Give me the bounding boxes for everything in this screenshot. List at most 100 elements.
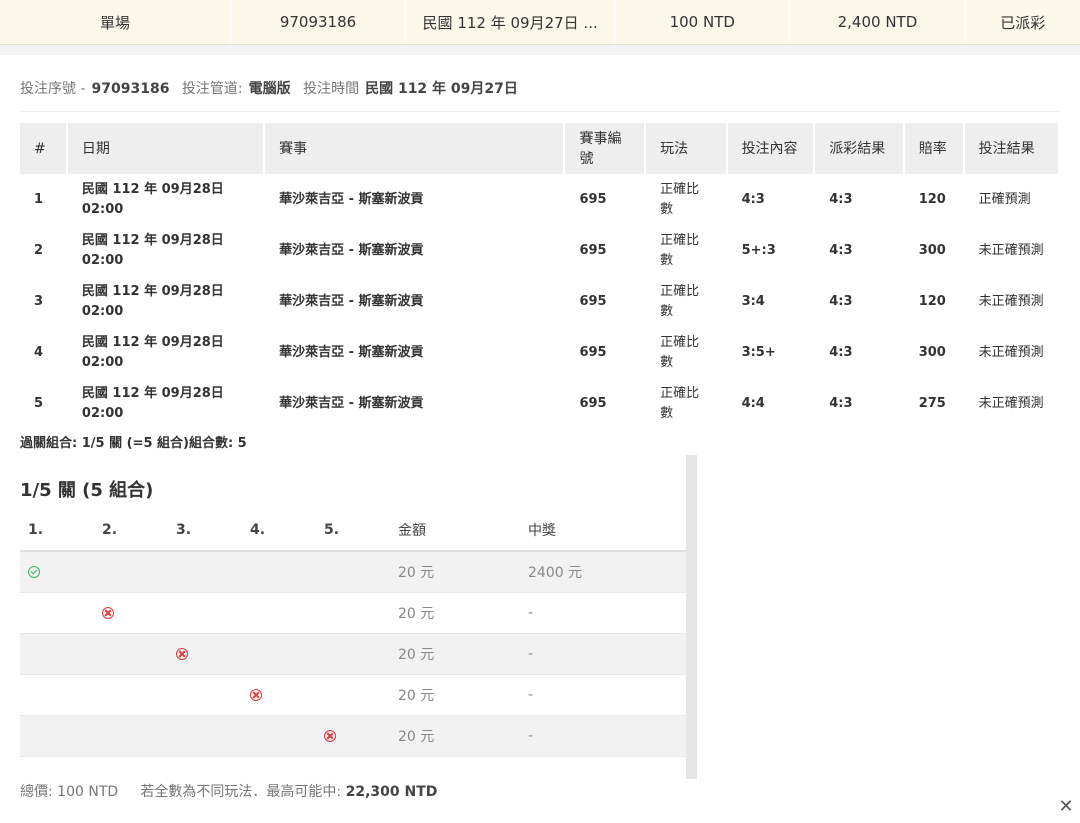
col-header-result: 派彩結果 xyxy=(815,123,903,174)
row-time: 02:00 xyxy=(81,405,124,421)
combo-col-3: 3. xyxy=(176,510,250,552)
table-row: 2 民國 112 年 09月28日 02:00 華沙萊吉亞 - 斯塞新波貢 695… xyxy=(20,225,1058,276)
serial-value: 97093186 xyxy=(91,81,170,97)
row-date: 民國 112 年 09月28日 xyxy=(81,181,224,197)
check-circle-icon xyxy=(28,566,40,578)
combo-prize: 2400 元 xyxy=(528,551,686,593)
row-datetime: 民國 112 年 09月28日 02:00 xyxy=(68,327,263,378)
row-datetime: 民國 112 年 09月28日 02:00 xyxy=(68,378,263,429)
channel-value: 電腦版 xyxy=(248,81,291,97)
combo-title: 1/5 關 (5 組合) xyxy=(20,480,154,501)
col-header-event-no: 賽事編號 xyxy=(565,123,645,174)
row-play: 正確比數 xyxy=(660,181,700,217)
channel-label: 投注管道: xyxy=(181,81,243,97)
row-odds: 300 xyxy=(918,242,946,258)
bets-table: # 日期 賽事 賽事編號 玩法 投注內容 派彩結果 賠率 投注結果 1 民國 1… xyxy=(18,123,1060,429)
scrollbar-track[interactable] xyxy=(686,455,697,779)
table-row: 5 民國 112 年 09月28日 02:00 華沙萊吉亞 - 斯塞新波貢 695… xyxy=(20,378,1058,429)
combo-row: 20 元 2400 元 xyxy=(20,551,686,593)
row-event-no: 695 xyxy=(579,395,607,411)
bet-summary-row[interactable]: 單場 97093186 民國 112 年 09月27日 ... 100 NTD … xyxy=(0,0,1080,45)
table-row: 3 民國 112 年 09月28日 02:00 華沙萊吉亞 - 斯塞新波貢 695… xyxy=(20,276,1058,327)
combo-prize: - xyxy=(528,633,686,675)
combo-col-4: 4. xyxy=(250,510,324,552)
row-no: 3 xyxy=(34,293,44,309)
row-time: 02:00 xyxy=(81,201,124,217)
serial-label: 投注序號 - xyxy=(20,81,86,97)
row-result: 4:3 xyxy=(829,344,853,360)
row-play: 正確比數 xyxy=(660,334,700,370)
bets-table-header: # 日期 賽事 賽事編號 玩法 投注內容 派彩結果 賠率 投注結果 xyxy=(20,123,1058,174)
combo-col-amount: 金額 xyxy=(398,510,528,552)
combo-note: 過關組合: 1/5 關 (=5 組合)組合數: 5 xyxy=(20,436,247,451)
row-event-no: 695 xyxy=(579,191,607,207)
row-datetime: 民國 112 年 09月28日 02:00 xyxy=(68,276,263,327)
bet-detail-panel: 投注序號 - 97093186 投注管道: 電腦版 投注時間 民國 112 年 09月… xyxy=(0,55,1080,823)
row-odds: 300 xyxy=(918,344,946,360)
row-play: 正確比數 xyxy=(660,385,700,421)
combo-row: 20 元 - xyxy=(20,633,686,675)
row-event: 華沙萊吉亞 - 斯塞新波貢 xyxy=(279,242,424,258)
row-odds: 275 xyxy=(918,395,946,411)
row-event-no: 695 xyxy=(579,293,607,309)
row-result: 4:3 xyxy=(829,191,853,207)
row-time: 02:00 xyxy=(81,252,124,268)
max-win-value: 22,300 NTD xyxy=(345,784,438,800)
row-outcome: 正確預測 xyxy=(978,191,1031,207)
summary-status: 已派彩 xyxy=(1000,13,1046,32)
combos-table: 1. 2. 3. 4. 5. 金額 中獎 20 元 2400 元 20 元 - … xyxy=(20,510,686,757)
row-event-no: 695 xyxy=(579,242,607,258)
row-odds: 120 xyxy=(918,191,946,207)
row-result: 4:3 xyxy=(829,395,853,411)
summary-payout: 2,400 NTD xyxy=(790,0,966,44)
combo-prize: - xyxy=(528,715,686,757)
row-pick: 3:4 xyxy=(741,293,765,309)
row-result: 4:3 xyxy=(829,242,853,258)
close-icon[interactable]: ✕ xyxy=(1058,798,1074,816)
combo-amount: 20 元 xyxy=(398,674,528,716)
combo-amount: 20 元 xyxy=(398,551,528,593)
combo-col-prize: 中獎 xyxy=(528,510,686,552)
x-circle-icon xyxy=(250,689,262,701)
col-header-date: 日期 xyxy=(67,123,264,174)
bet-info-line: 投注序號 - 97093186 投注管道: 電腦版 投注時間 民國 112 年 09月… xyxy=(20,79,1060,112)
row-no: 2 xyxy=(34,242,44,258)
row-event: 華沙萊吉亞 - 斯塞新波貢 xyxy=(279,191,424,207)
combo-prize: - xyxy=(528,674,686,716)
total-label: 總價: xyxy=(20,784,53,800)
row-pick: 5+:3 xyxy=(741,242,776,258)
combo-col-5: 5. xyxy=(324,510,398,552)
row-date: 民國 112 年 09月28日 xyxy=(81,334,224,350)
combo-col-2: 2. xyxy=(102,510,176,552)
table-row: 4 民國 112 年 09月28日 02:00 華沙萊吉亞 - 斯塞新波貢 695… xyxy=(20,327,1058,378)
combo-row: 20 元 - xyxy=(20,592,686,634)
row-datetime: 民國 112 年 09月28日 02:00 xyxy=(68,174,263,225)
row-play: 正確比數 xyxy=(660,232,700,268)
row-no: 5 xyxy=(34,395,44,411)
row-pick: 3:5+ xyxy=(741,344,776,360)
summary-stake: 100 NTD xyxy=(615,0,791,44)
row-date: 民國 112 年 09月28日 xyxy=(81,385,224,401)
combos-table-header: 1. 2. 3. 4. 5. 金額 中獎 xyxy=(20,510,686,552)
totals-footer: 總價: 100 NTD 若全數為不同玩法．最高可能中: 22,300 NTD xyxy=(20,781,437,801)
combo-row: 20 元 - xyxy=(20,715,686,757)
combo-prize: - xyxy=(528,592,686,634)
summary-date: 民國 112 年 09月27日 ... xyxy=(406,0,616,44)
row-date: 民國 112 年 09月28日 xyxy=(81,283,224,299)
row-outcome: 未正確預測 xyxy=(978,242,1044,258)
row-event-no: 695 xyxy=(579,344,607,360)
combo-row: 20 元 - xyxy=(20,674,686,716)
combo-amount: 20 元 xyxy=(398,715,528,757)
row-datetime: 民國 112 年 09月28日 02:00 xyxy=(68,225,263,276)
col-header-outcome: 投注結果 xyxy=(964,123,1058,174)
row-outcome: 未正確預測 xyxy=(978,395,1044,411)
col-header-play: 玩法 xyxy=(646,123,726,174)
row-outcome: 未正確預測 xyxy=(978,293,1044,309)
x-circle-icon xyxy=(102,607,114,619)
row-pick: 4:3 xyxy=(741,191,765,207)
combo-col-1: 1. xyxy=(20,510,102,552)
col-header-pick: 投注內容 xyxy=(727,123,814,174)
row-no: 1 xyxy=(34,191,44,207)
total-value: 100 NTD xyxy=(57,784,119,800)
row-odds: 120 xyxy=(918,293,946,309)
